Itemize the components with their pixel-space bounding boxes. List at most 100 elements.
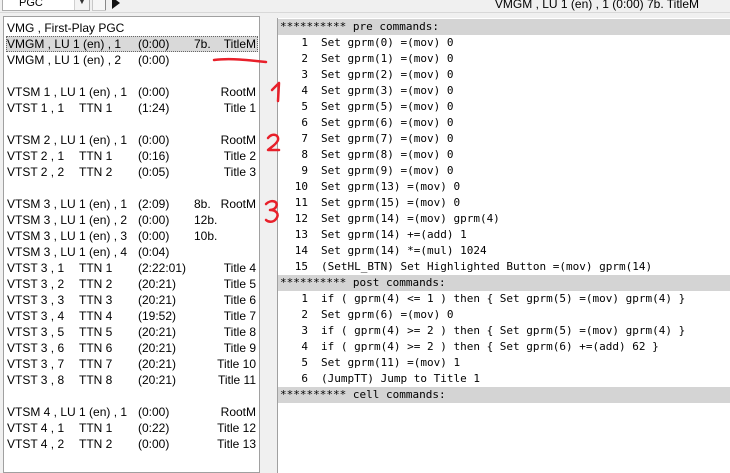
pgc-select[interactable]: PGC ▼ bbox=[2, 0, 90, 11]
chevron-down-icon[interactable]: ▼ bbox=[74, 0, 89, 10]
tree-cell-c3: (0:00) bbox=[138, 437, 170, 451]
command-line[interactable]: 5 Set gprm(11) =(mov) 1 bbox=[278, 355, 730, 371]
command-section-header[interactable]: ********** pre commands: bbox=[278, 19, 730, 35]
tree-row[interactable]: VTST 3 , 5 TTN 5 (20:21) Title 8 bbox=[6, 324, 258, 340]
command-section-header[interactable]: ********** cell commands: bbox=[278, 387, 730, 403]
tree-row[interactable]: VTST 3 , 3 TTN 3 (20:21) Title 6 bbox=[6, 292, 258, 308]
tree-row[interactable]: VTSM 4 , LU 1 (en) , 1 (0:00) RootM bbox=[6, 404, 258, 420]
tree-cell-c5: Title 1 bbox=[223, 101, 256, 115]
tree-row[interactable]: VTST 1 , 1 TTN 1 (1:24) Title 1 bbox=[6, 100, 258, 116]
tree-cell-c1: VTSM 4 , LU 1 (en) , 1 bbox=[7, 405, 128, 419]
command-line[interactable]: 9 Set gprm(9) =(mov) 0 bbox=[278, 163, 730, 179]
play-icon[interactable] bbox=[112, 0, 120, 9]
command-text: Set gprm(13) =(mov) 0 bbox=[321, 180, 461, 193]
command-line[interactable]: 4 if ( gprm(4) >= 2 ) then { Set gprm(6) … bbox=[278, 339, 730, 355]
command-line[interactable]: 13 Set gprm(14) +=(add) 1 bbox=[278, 227, 730, 243]
tree-cell-c3: (0:00) bbox=[138, 133, 170, 147]
tree-row[interactable]: VTST 4 , 1 TTN 1 (0:22) Title 12 bbox=[6, 420, 258, 436]
tree-cell-c3: (20:21) bbox=[138, 277, 177, 291]
command-line[interactable]: 10 Set gprm(13) =(mov) 0 bbox=[278, 179, 730, 195]
command-text: Set gprm(2) =(mov) 0 bbox=[321, 68, 454, 81]
tree-cell-c1: VTST 2 , 2 bbox=[7, 165, 65, 179]
tree-row[interactable]: VMGM , LU 1 (en) , 1 (0:00) 7b. TitleM bbox=[6, 36, 258, 52]
tree-cell-c1: VTST 3 , 7 bbox=[7, 357, 65, 371]
command-line[interactable]: 3 if ( gprm(4) >= 2 ) then { Set gprm(5) … bbox=[278, 323, 730, 339]
tree-row[interactable]: VMGM , LU 1 (en) , 2 (0:00) bbox=[6, 52, 258, 68]
command-number: 5 bbox=[301, 356, 308, 369]
tree-cell-c1: VTST 3 , 8 bbox=[7, 373, 65, 387]
panel-splitter[interactable] bbox=[262, 16, 275, 473]
tree-row[interactable]: VTSM 2 , LU 1 (en) , 1 (0:00) RootM bbox=[6, 132, 258, 148]
command-line[interactable]: 12 Set gprm(14) =(mov) gprm(4) bbox=[278, 211, 730, 227]
tree-cell-c3: (20:21) bbox=[138, 341, 177, 355]
tree-row[interactable]: VTST 3 , 6 TTN 6 (20:21) Title 9 bbox=[6, 340, 258, 356]
command-line[interactable]: 2 Set gprm(1) =(mov) 0 bbox=[278, 51, 730, 67]
pgc-tree-list[interactable]: VMG , First-Play PGC VMGM , LU 1 (en) , 1… bbox=[3, 16, 260, 473]
tree-row[interactable]: VTST 3 , 4 TTN 4 (19:52) Title 7 bbox=[6, 308, 258, 324]
tree-cell-c1: VTST 4 , 2 bbox=[7, 437, 65, 451]
tree-cell-c5: Title 8 bbox=[223, 325, 256, 339]
tree-row[interactable]: VTST 2 , 2 TTN 2 (0:05) Title 3 bbox=[6, 164, 258, 180]
tree-cell-c3: (0:00) bbox=[138, 85, 170, 99]
command-text: if ( gprm(4) >= 2 ) then { Set gprm(5) =… bbox=[321, 324, 686, 337]
tree-cell-c1: VTST 3 , 5 bbox=[7, 325, 65, 339]
command-line[interactable]: 3 Set gprm(2) =(mov) 0 bbox=[278, 67, 730, 83]
command-text: Set gprm(8) =(mov) 0 bbox=[321, 148, 454, 161]
tree-row[interactable]: VTST 3 , 1 TTN 1 (2:22:01) Title 4 bbox=[6, 260, 258, 276]
tree-row[interactable]: VTSM 3 , LU 1 (en) , 1 (2:09) 8b. RootM bbox=[6, 196, 258, 212]
tree-row[interactable]: VTST 3 , 7 TTN 7 (20:21) Title 10 bbox=[6, 356, 258, 372]
command-line[interactable]: 14 Set gprm(14) *=(mul) 1024 bbox=[278, 243, 730, 259]
tree-row[interactable]: VTST 2 , 1 TTN 1 (0:16) Title 2 bbox=[6, 148, 258, 164]
tree-cell-c2: TTN 4 bbox=[79, 309, 113, 323]
tree-cell-c3: (20:21) bbox=[138, 293, 177, 307]
command-line[interactable]: 1 Set gprm(0) =(mov) 0 bbox=[278, 35, 730, 51]
tree-cell-c3: (2:22:01) bbox=[138, 261, 187, 275]
command-line[interactable]: 8 Set gprm(8) =(mov) 0 bbox=[278, 147, 730, 163]
tree-cell-c5: Title 10 bbox=[217, 357, 256, 371]
tree-cell-c1: VMG , First-Play PGC bbox=[7, 21, 125, 35]
command-number: 10 bbox=[294, 180, 308, 193]
command-line[interactable]: 11 Set gprm(15) =(mov) 0 bbox=[278, 195, 730, 211]
tree-row[interactable]: VTST 4 , 2 TTN 2 (0:00) Title 13 bbox=[6, 436, 258, 452]
command-number: 4 bbox=[301, 84, 308, 97]
tree-cell-c5: Title 5 bbox=[223, 277, 256, 291]
command-section-header[interactable]: ********** post commands: bbox=[278, 275, 730, 291]
command-list[interactable]: ********** pre commands: 1 Set gprm(0) =(m… bbox=[277, 18, 730, 473]
command-line[interactable]: 4 Set gprm(3) =(mov) 0 bbox=[278, 83, 730, 99]
tree-cell-c3: (0:00) bbox=[138, 405, 170, 419]
tree-cell-c1: VTST 2 , 1 bbox=[7, 149, 65, 163]
tree-row[interactable]: VTST 3 , 2 TTN 2 (20:21) Title 5 bbox=[6, 276, 258, 292]
tree-row[interactable]: VTSM 1 , LU 1 (en) , 1 (0:00) RootM bbox=[6, 84, 258, 100]
command-number: 8 bbox=[301, 148, 308, 161]
tree-cell-c3: (2:09) bbox=[138, 197, 170, 211]
tree-cell-c3: (20:21) bbox=[138, 325, 177, 339]
command-line[interactable]: 7 Set gprm(7) =(mov) 0 bbox=[278, 131, 730, 147]
tree-cell-c5: Title 9 bbox=[223, 341, 256, 355]
tree-row[interactable]: VMG , First-Play PGC bbox=[6, 20, 258, 36]
tree-cell-c5: Title 12 bbox=[217, 421, 256, 435]
tree-cell-c5: RootM bbox=[220, 197, 256, 211]
command-number: 14 bbox=[294, 244, 308, 257]
command-number: 7 bbox=[301, 132, 308, 145]
tree-cell-c5: RootM bbox=[220, 405, 256, 419]
command-line[interactable]: 1 if ( gprm(4) <= 1 ) then { Set gprm(5) … bbox=[278, 291, 730, 307]
tree-cell-c4: 10b. bbox=[194, 229, 218, 243]
command-line[interactable]: 6 (JumpTT) Jump to Title 1 bbox=[278, 371, 730, 387]
tree-cell-c5: Title 11 bbox=[217, 373, 256, 387]
tree-cell-c5: Title 3 bbox=[223, 165, 256, 179]
tree-cell-c4: 12b. bbox=[194, 213, 218, 227]
tree-row[interactable]: VTSM 3 , LU 1 (en) , 4 (0:04) bbox=[6, 244, 258, 260]
command-number: 3 bbox=[301, 324, 308, 337]
command-line[interactable]: 2 Set gprm(6) =(mov) 0 bbox=[278, 307, 730, 323]
command-line[interactable]: 6 Set gprm(6) =(mov) 0 bbox=[278, 115, 730, 131]
command-text: Set gprm(14) =(mov) gprm(4) bbox=[321, 212, 500, 225]
toolbar-button[interactable] bbox=[92, 0, 106, 11]
command-line[interactable]: 5 Set gprm(5) =(mov) 0 bbox=[278, 99, 730, 115]
tree-row[interactable]: VTST 3 , 8 TTN 8 (20:21) Title 11 bbox=[6, 372, 258, 388]
command-line[interactable]: 15 (SetHL_BTN) Set Highlighted Button =(m… bbox=[278, 259, 730, 275]
tree-row[interactable]: VTSM 3 , LU 1 (en) , 2 (0:00) 12b. bbox=[6, 212, 258, 228]
tree-row[interactable]: VTSM 3 , LU 1 (en) , 3 (0:00) 10b. bbox=[6, 228, 258, 244]
current-pgc-info: VMGM , LU 1 (en) , 1 (0:00) 7b. TitleM bbox=[494, 0, 699, 11]
command-text: (JumpTT) Jump to Title 1 bbox=[321, 372, 480, 385]
